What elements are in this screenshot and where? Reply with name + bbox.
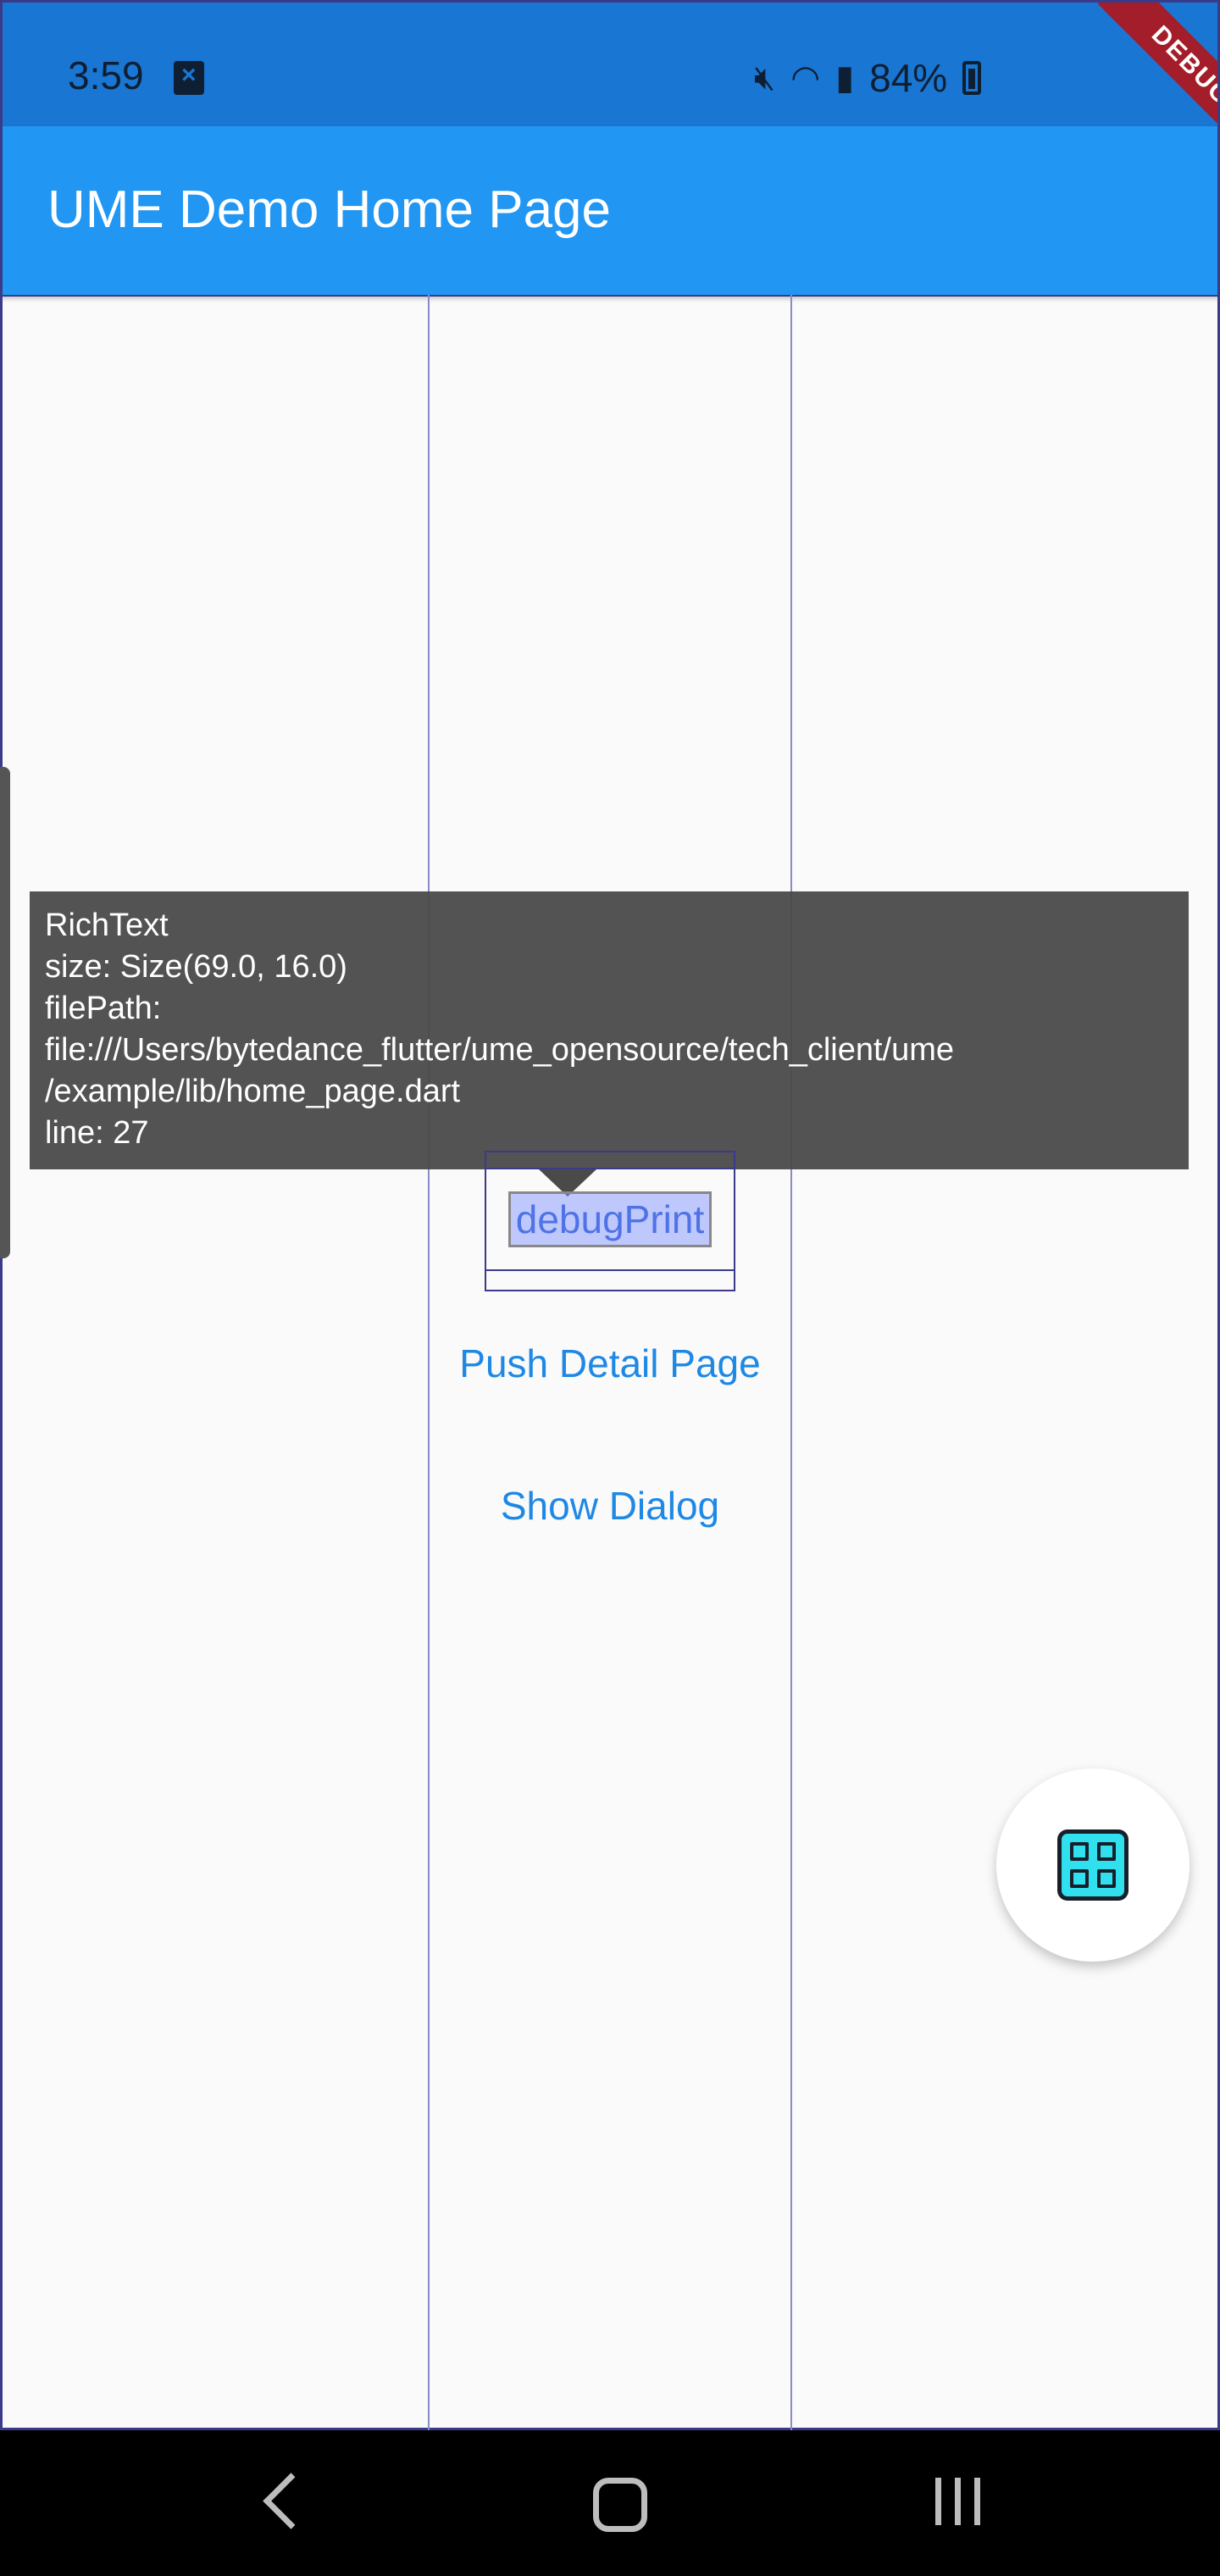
- inspector-tooltip: RichText size: Size(69.0, 16.0) filePath…: [30, 891, 1189, 1169]
- home-icon[interactable]: [581, 2474, 657, 2534]
- status-bar: 3:59 🔇︎ ◠ ▮ 84%: [0, 0, 1220, 126]
- page-title: UME Demo Home Page: [47, 180, 612, 239]
- sim-error-icon: [174, 61, 204, 95]
- grid-icon: [1057, 1829, 1128, 1901]
- recents-icon[interactable]: [920, 2474, 996, 2534]
- widget-type: RichText: [45, 908, 169, 943]
- app-bar: UME Demo Home Page: [0, 126, 1220, 295]
- file-path-line-1: file:///Users/bytedance_flutter/ume_open…: [45, 1032, 955, 1068]
- battery-percent: 84%: [869, 56, 948, 100]
- system-nav-bar: [0, 2430, 1220, 2576]
- battery-charging-icon: [962, 61, 982, 95]
- debug-print-button[interactable]: debugPrint: [508, 1191, 712, 1247]
- push-detail-page-button[interactable]: Push Detail Page: [428, 1341, 792, 1386]
- drawer-handle[interactable]: [0, 767, 10, 1258]
- ume-floating-button[interactable]: [996, 1768, 1190, 1962]
- file-path-label: filePath:: [45, 991, 162, 1026]
- file-path-line-2: /example/lib/home_page.dart: [45, 1074, 461, 1109]
- source-line: line: 27: [45, 1115, 149, 1151]
- mute-icon: 🔇︎: [754, 59, 776, 97]
- widget-size: size: Size(69.0, 16.0): [45, 949, 347, 985]
- show-dialog-button[interactable]: Show Dialog: [428, 1483, 792, 1529]
- signal-icon: ▮: [835, 59, 855, 97]
- status-icons: 🔇︎ ◠ ▮ 84%: [754, 53, 982, 103]
- back-icon[interactable]: [246, 2474, 322, 2534]
- wifi-icon: ◠: [790, 59, 821, 97]
- status-time: 3:59: [68, 53, 144, 97]
